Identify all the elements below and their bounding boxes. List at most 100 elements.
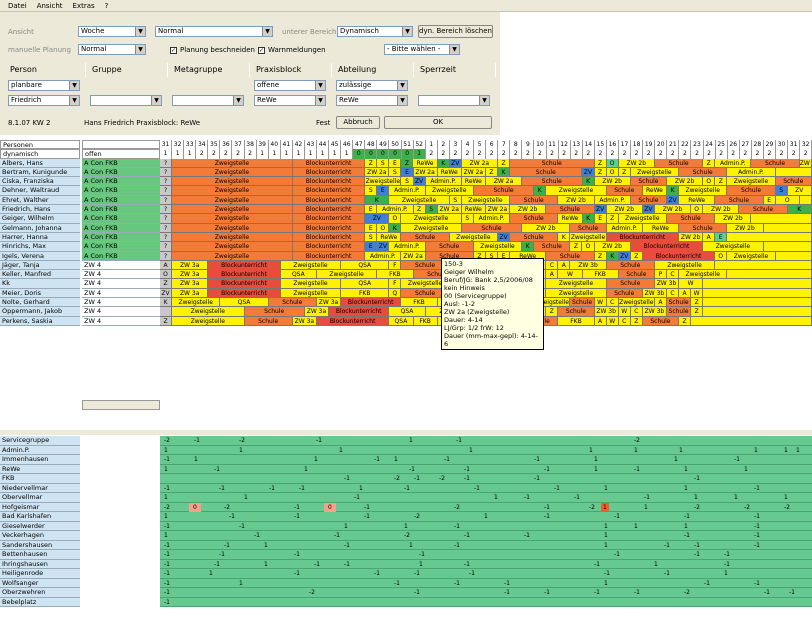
praxisblock-select-dropdown[interactable]: ReWe ▼ [254,95,326,106]
plan-cell[interactable]: E [715,232,728,242]
person-row[interactable]: Perkens, Saskia [0,316,80,326]
plan-cell[interactable]: Admin.P. [365,251,402,260]
plan-cell[interactable]: ReWe [558,214,583,223]
plan-cell[interactable]: P [654,270,667,279]
plan-cell[interactable]: QSA [341,260,390,270]
plan-cell[interactable]: Blockunterricht [292,186,366,195]
plan-cell[interactable]: Q [389,288,402,298]
plan-cell[interactable] [703,288,812,298]
plan-cell[interactable]: Schule [775,177,812,186]
plan-cell[interactable]: Zweigstelle [401,223,462,232]
plan-cell[interactable]: Zweigstelle [172,298,221,307]
location-row[interactable]: Niedervellmar [0,483,80,493]
plan-cell[interactable]: Z [594,251,607,260]
plan-cell[interactable]: Blockunterricht [208,260,281,270]
plan-cell[interactable]: Zweigstelle [172,242,293,251]
plan-cell[interactable]: A [703,232,716,242]
plan-cell[interactable]: Zweigstelle [546,279,607,288]
plan-cell[interactable]: ZW 2b [594,177,631,186]
person-row[interactable]: Ehret, Walther [0,195,80,206]
plan-cell[interactable] [703,298,812,307]
plan-cell[interactable]: Z [618,167,631,177]
manuelle-planung-dropdown[interactable]: Normal ▼ [78,44,146,55]
unterer-bereich-dropdown[interactable]: Dynamisch ▼ [337,26,413,37]
plan-cell[interactable]: Schule [558,307,595,316]
plan-cell[interactable]: S [425,205,438,214]
plan-cell[interactable]: ZW 2b [618,158,655,167]
plan-cell[interactable]: Schule [510,232,559,242]
ansicht-dropdown[interactable]: Woche ▼ [78,26,146,37]
plan-cell[interactable]: O [160,270,173,279]
plan-cell[interactable]: Zweigstelle [703,242,764,251]
plan-cell[interactable]: ZW 2a [485,205,511,214]
plan-cell[interactable]: ZW 2b [654,205,692,214]
plan-cell[interactable]: C [667,270,680,279]
person-row[interactable]: Nolte, Gerhard [0,298,80,308]
plan-cell[interactable] [775,251,812,260]
plan-cell[interactable]: Schule [630,195,668,205]
plan-cell[interactable]: E [365,205,378,214]
plan-cell[interactable]: ZW 3b [642,288,667,298]
plan-cell[interactable]: W [618,307,631,316]
plan-cell[interactable]: ? [160,251,173,260]
gruppe-select-dropdown[interactable]: ▼ [90,95,162,106]
plan-cell[interactable]: Zweigstelle [389,195,450,205]
plan-cell[interactable] [751,214,812,223]
plan-cell[interactable]: Schule [461,223,523,232]
plan-cell[interactable]: K [787,205,812,214]
plan-cell[interactable]: Z [160,316,173,325]
plan-cell[interactable]: ReWe [679,195,716,205]
location-row[interactable]: Ihringshausen [0,559,80,569]
plan-cell[interactable]: Schule [522,177,583,186]
person-row[interactable]: Ciska, Franziska [0,177,80,187]
plan-cell[interactable]: ZW 3b [570,260,607,270]
plan-cell[interactable]: ? [160,195,173,205]
plan-cell[interactable]: ZW 2b [703,205,740,214]
location-row[interactable]: Veckerhagen [0,531,80,541]
plan-cell[interactable]: ZW 2b [799,158,812,167]
plan-cell[interactable]: Zweigstelle [172,232,293,242]
plan-cell[interactable]: Z [546,307,559,316]
person-row[interactable]: Harrer, Hanna [0,232,80,243]
plan-cell[interactable]: Z [630,251,643,260]
plan-cell[interactable]: C [618,316,631,325]
plan-cell[interactable]: QSA [341,279,390,288]
location-row[interactable]: Hofgeismar [0,502,80,512]
plan-cell[interactable]: Schule [510,167,583,177]
plan-cell[interactable]: ZW 2b [522,223,571,232]
plan-cell[interactable]: Zweigstelle [172,214,293,223]
location-row[interactable]: Gieselwerder [0,521,80,531]
location-row[interactable]: Sandershausen [0,540,80,550]
plan-cell[interactable]: Blockunterricht [292,195,366,205]
plan-cell[interactable]: K [497,167,511,177]
plan-cell[interactable]: F [389,260,402,270]
plan-cell[interactable]: QSA [389,307,426,316]
plan-cell[interactable] [763,223,812,232]
plan-cell[interactable]: Admin.P. [606,223,643,232]
plan-cell[interactable]: ZW 2a [365,167,390,177]
plan-cell[interactable]: Z [594,167,607,177]
location-row[interactable]: Bebelplatz [0,597,80,607]
plan-cell[interactable]: K [522,242,535,251]
person-row[interactable]: Bertram, Kunigunde [0,167,80,178]
plan-cell[interactable]: Zweigstelle [425,186,474,195]
plan-cell[interactable]: ZV [642,205,655,214]
plan-cell[interactable]: ZW 2a [437,205,462,214]
plan-cell[interactable]: Admin.P. [715,158,752,167]
plan-cell[interactable]: Zweigstelle [449,232,498,242]
plan-cell[interactable]: S [389,167,402,177]
plan-cell[interactable]: O [582,242,595,251]
plan-cell[interactable]: Zweigstelle [172,223,293,232]
plan-cell[interactable]: Zweigstelle [172,205,293,214]
plan-cell[interactable]: Blockunterricht [292,214,366,223]
plan-cell[interactable]: Zweigstelle [461,195,511,205]
plan-cell[interactable]: Zweigstelle [172,158,293,167]
plan-cell[interactable]: Blockunterricht [292,242,366,251]
plan-cell[interactable]: C [630,307,643,316]
plan-cell[interactable]: Z [606,214,619,223]
menu-datei[interactable]: Datei [8,2,27,10]
plan-cell[interactable]: ZW 2a [413,167,438,177]
abbruch-button[interactable]: Abbruch [336,116,380,129]
plan-cell[interactable]: Zweigstelle [727,177,776,186]
plan-cell[interactable]: Z [485,167,498,177]
